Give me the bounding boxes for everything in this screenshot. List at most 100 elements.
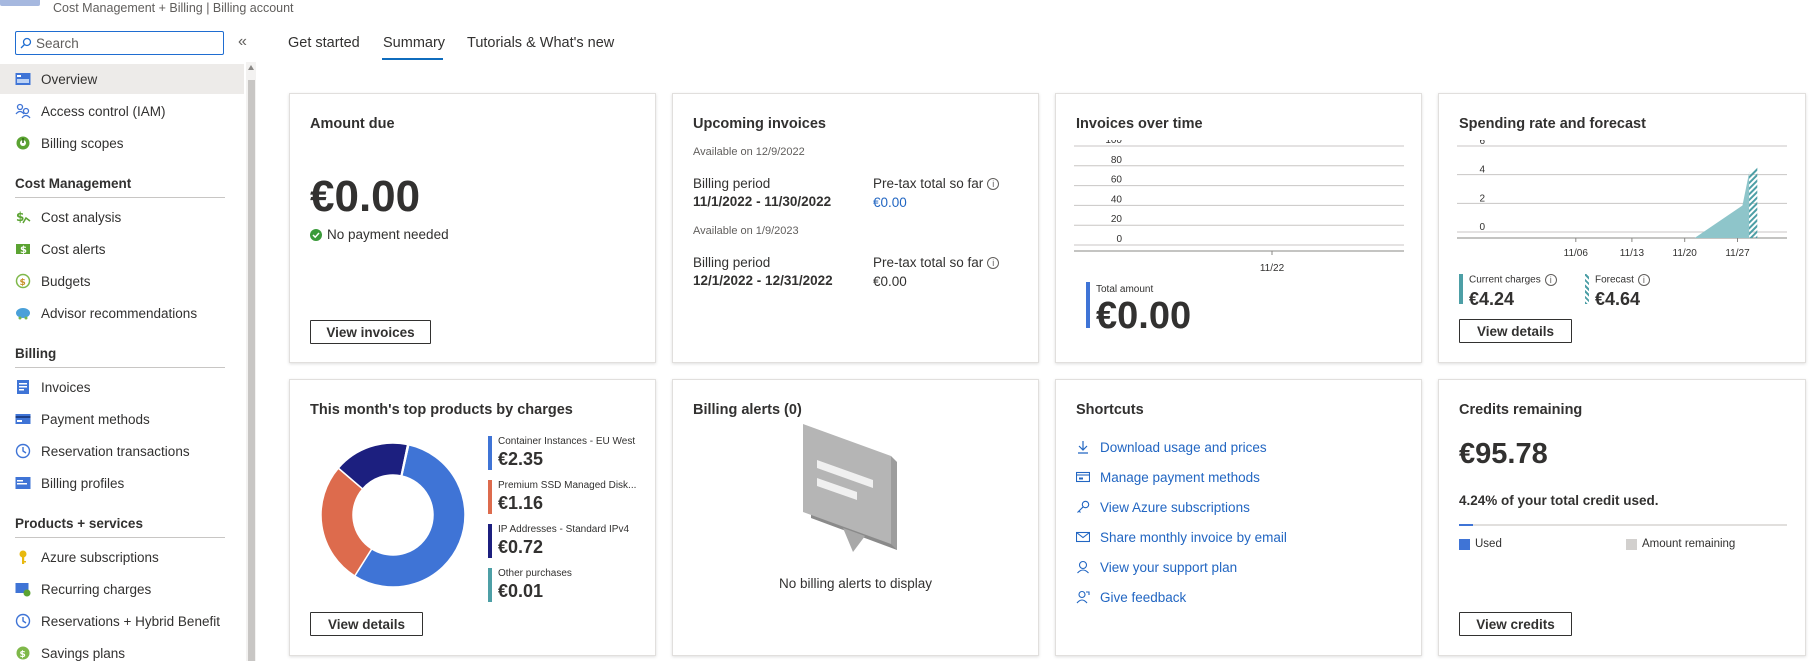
sidebar-item-reservations-hybrid[interactable]: Reservations + Hybrid Benefit bbox=[0, 606, 244, 636]
pretax-total: €0.00 bbox=[873, 274, 907, 289]
y-tick-label: 0 bbox=[1479, 222, 1485, 233]
shortcut-link[interactable]: Give feedback bbox=[1100, 590, 1186, 605]
x-tick-label: 11/13 bbox=[1620, 248, 1645, 259]
credits-value: €95.78 bbox=[1459, 438, 1548, 470]
support-icon bbox=[1076, 560, 1090, 577]
sidebar-scroll-thumb[interactable] bbox=[248, 80, 255, 661]
key-icon bbox=[1076, 500, 1090, 517]
shortcut-link[interactable]: Share monthly invoice by email bbox=[1100, 530, 1287, 545]
card-invoices-over-time: Invoices over time 100 80 60 40 20 0 11/22 Tot… bbox=[1055, 93, 1422, 363]
svg-text:$: $ bbox=[20, 650, 26, 660]
card-title: Invoices over time bbox=[1076, 116, 1203, 132]
sidebar-item-invoices[interactable]: Invoices bbox=[0, 372, 244, 402]
remaining-legend-label: Amount remaining bbox=[1642, 538, 1736, 550]
tab-summary[interactable]: Summary bbox=[383, 35, 445, 51]
svg-text:$: $ bbox=[20, 245, 27, 256]
shortcut-link[interactable]: View Azure subscriptions bbox=[1100, 500, 1250, 515]
legend-label: IP Addresses - Standard IPv4 bbox=[498, 524, 630, 535]
payment-icon bbox=[15, 411, 31, 427]
legend-color-bar bbox=[488, 436, 492, 470]
info-icon[interactable]: i bbox=[987, 178, 1000, 191]
search-input[interactable] bbox=[32, 35, 212, 51]
shortcut-link[interactable]: Download usage and prices bbox=[1100, 440, 1267, 455]
no-alerts-message: No billing alerts to display bbox=[778, 576, 933, 591]
billing-period-value: 12/1/2022 - 12/31/2022 bbox=[693, 273, 833, 288]
sidebar-item-label: Advisor recommendations bbox=[41, 305, 198, 321]
legend-label: Container Instances - EU West bbox=[498, 436, 636, 447]
forecast-label-text: Forecast bbox=[1595, 274, 1634, 286]
download-icon bbox=[1076, 440, 1090, 457]
info-icon[interactable]: i bbox=[987, 257, 1000, 270]
payment-status-text: No payment needed bbox=[327, 227, 449, 242]
x-tick-label: 11/27 bbox=[1725, 248, 1750, 259]
invoices-chart: 100 80 60 40 20 0 11/22 bbox=[1074, 140, 1404, 274]
view-credits-button[interactable]: View credits bbox=[1459, 612, 1572, 636]
sidebar-item-label: Billing scopes bbox=[41, 135, 124, 151]
sidebar-item-label: Overview bbox=[41, 71, 98, 87]
card-billing-alerts: Billing alerts (0) No billing alerts to … bbox=[672, 379, 1039, 656]
legend-value: €2.35 bbox=[498, 449, 544, 469]
sidebar: Overview Access control (IAM) Billing sc… bbox=[0, 62, 246, 661]
legend-color-bar bbox=[488, 524, 492, 558]
sidebar-item-budgets[interactable]: $ Budgets bbox=[0, 266, 244, 296]
legend-label: Other purchases bbox=[498, 568, 572, 579]
sidebar-item-cost-alerts[interactable]: $ Cost alerts bbox=[0, 234, 244, 264]
card-title: Upcoming invoices bbox=[693, 116, 826, 132]
card-top-products: This month's top products by charges Con… bbox=[289, 379, 656, 656]
x-tick-label: 11/22 bbox=[1260, 263, 1285, 274]
legend-label: Premium SSD Managed Disk... bbox=[498, 480, 637, 491]
sidebar-item-label: Azure subscriptions bbox=[41, 549, 159, 565]
advisor-icon bbox=[15, 305, 31, 321]
collapse-sidebar-button[interactable]: « bbox=[238, 33, 247, 51]
info-icon[interactable]: i bbox=[1544, 274, 1557, 286]
tab-get-started[interactable]: Get started bbox=[288, 35, 360, 51]
sidebar-item-recurring-charges[interactable]: Recurring charges bbox=[0, 574, 244, 604]
y-tick-label: 40 bbox=[1111, 194, 1123, 205]
page-subtitle: Cost Management + Billing | Billing acco… bbox=[53, 1, 294, 15]
invoice-available-date: Available on 12/9/2022 bbox=[693, 146, 805, 158]
sidebar-item-advisor[interactable]: Advisor recommendations bbox=[0, 298, 244, 328]
sidebar-item-azure-subscriptions[interactable]: Azure subscriptions bbox=[0, 542, 244, 572]
card-title: Spending rate and forecast bbox=[1459, 116, 1646, 132]
sidebar-item-payment-methods[interactable]: Payment methods bbox=[0, 404, 244, 434]
shortcut-link[interactable]: Manage payment methods bbox=[1100, 470, 1260, 485]
pretax-label: Pre-tax total so far i bbox=[873, 176, 1000, 191]
billing-period-label: Billing period bbox=[693, 255, 771, 270]
tab-tutorials[interactable]: Tutorials & What's new bbox=[467, 35, 614, 51]
pretax-label: Pre-tax total so far i bbox=[873, 255, 1000, 270]
current-charges-label-text: Current charges bbox=[1469, 274, 1541, 286]
used-legend-label: Used bbox=[1475, 538, 1502, 550]
sidebar-item-overview[interactable]: Overview bbox=[0, 64, 244, 94]
products-view-details-button[interactable]: View details bbox=[310, 612, 423, 636]
view-invoices-button[interactable]: View invoices bbox=[310, 320, 431, 344]
used-legend-swatch bbox=[1459, 539, 1470, 550]
pretax-total-link[interactable]: €0.00 bbox=[873, 195, 907, 210]
total-amount-value: €0.00 bbox=[1096, 295, 1192, 337]
billing-period-value: 11/1/2022 - 11/30/2022 bbox=[693, 194, 832, 209]
sidebar-item-iam[interactable]: Access control (IAM) bbox=[0, 96, 244, 126]
y-tick-label: 100 bbox=[1105, 140, 1122, 146]
sidebar-item-reservation-transactions[interactable]: Reservation transactions bbox=[0, 436, 244, 466]
app-icon bbox=[0, 0, 40, 6]
shortcut-link[interactable]: View your support plan bbox=[1100, 560, 1237, 575]
budgets-icon: $ bbox=[15, 273, 31, 289]
savings-icon: $ bbox=[15, 645, 31, 661]
sidebar-item-savings-plans[interactable]: $ Savings plans bbox=[0, 638, 244, 661]
forecast-value: €4.64 bbox=[1595, 289, 1641, 309]
invoice-available-date: Available on 1/9/2023 bbox=[693, 225, 799, 237]
overview-icon bbox=[15, 71, 31, 87]
sidebar-item-billing-scopes[interactable]: Billing scopes bbox=[0, 128, 244, 158]
scroll-up-icon[interactable] bbox=[248, 65, 254, 70]
spending-view-details-button[interactable]: View details bbox=[1459, 319, 1572, 343]
people-icon bbox=[15, 103, 31, 119]
sidebar-item-cost-analysis[interactable]: $ Cost analysis bbox=[0, 202, 244, 232]
scope-icon bbox=[15, 135, 31, 151]
x-tick-label: 11/06 bbox=[1564, 248, 1589, 259]
sidebar-item-label: Access control (IAM) bbox=[41, 103, 166, 119]
search-box[interactable] bbox=[15, 31, 224, 55]
y-tick-label: 4 bbox=[1479, 165, 1485, 176]
info-icon[interactable]: i bbox=[1637, 274, 1650, 286]
y-tick-label: 60 bbox=[1111, 175, 1123, 186]
sidebar-item-billing-profiles[interactable]: Billing profiles bbox=[0, 468, 244, 498]
legend-value: €0.72 bbox=[498, 537, 544, 557]
